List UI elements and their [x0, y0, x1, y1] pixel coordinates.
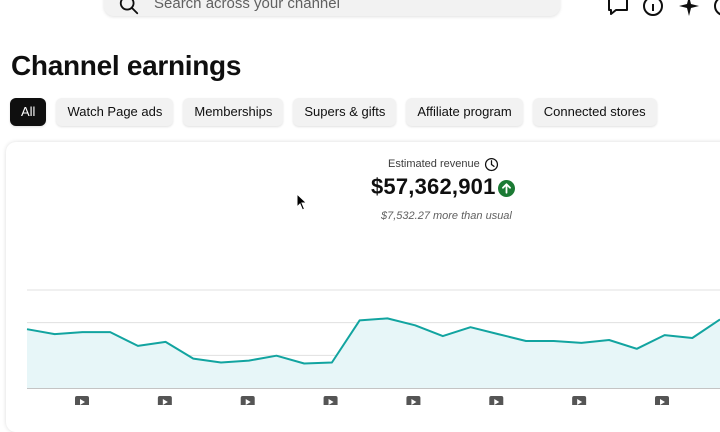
account-icon[interactable] [712, 0, 720, 18]
video-marker [323, 396, 338, 405]
video-marker [489, 396, 504, 405]
chart-markers [75, 396, 669, 405]
video-marker [406, 396, 421, 405]
video-marker [157, 396, 172, 405]
filter-chips: All Watch Page ads Memberships Supers & … [10, 98, 657, 126]
trend-up-icon [498, 180, 515, 197]
help-icon[interactable] [641, 0, 665, 18]
video-marker [655, 396, 669, 405]
search-placeholder: Search across your channel [154, 0, 340, 12]
chip-all[interactable]: All [10, 98, 47, 126]
search-box[interactable]: Search across your channel [104, 0, 560, 16]
cursor-icon [296, 193, 308, 211]
chip-memberships[interactable]: Memberships [183, 98, 284, 126]
metric-comparison: $7,532.27 more than usual [381, 210, 512, 222]
chip-supers-gifts[interactable]: Supers & gifts [293, 98, 397, 126]
search-icon [119, 0, 139, 15]
feedback-icon[interactable] [606, 0, 630, 18]
revenue-chart [26, 289, 720, 405]
clock-icon[interactable] [484, 157, 499, 172]
chip-watch-page-ads[interactable]: Watch Page ads [56, 98, 174, 126]
chip-affiliate-program[interactable]: Affiliate program [406, 98, 523, 126]
sparkle-icon[interactable] [677, 0, 701, 18]
chip-connected-stores[interactable]: Connected stores [532, 98, 657, 126]
video-marker [75, 396, 89, 405]
page-title: Channel earnings [11, 50, 242, 81]
chart-area-fill [27, 318, 720, 388]
video-marker [240, 396, 255, 405]
metric-value: $57,362,901 [371, 174, 496, 199]
metric-label: Estimated revenue [388, 158, 480, 170]
video-marker [572, 396, 587, 405]
